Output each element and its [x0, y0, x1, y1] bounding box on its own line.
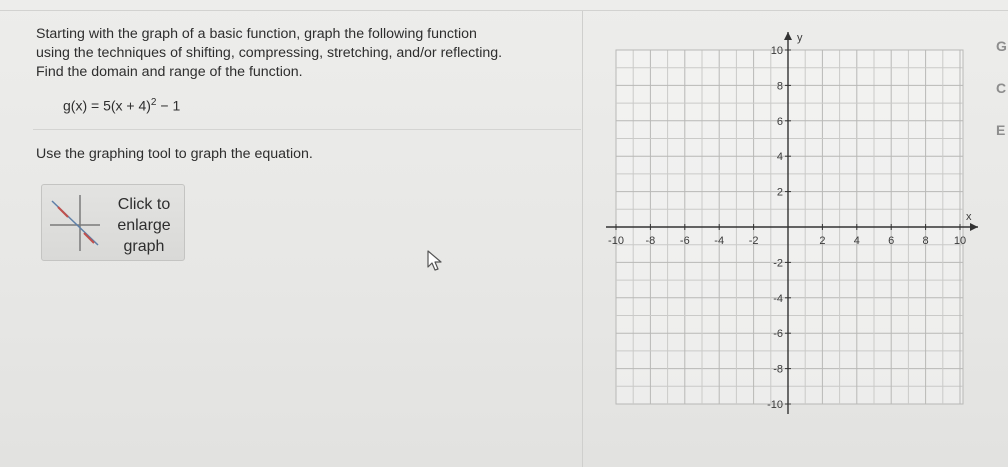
function-equation: g(x) = 5(x + 4)2 − 1: [63, 97, 180, 114]
refresh-icon[interactable]: G: [996, 38, 1007, 54]
y-tick-label: -6: [773, 328, 783, 340]
question-line-3: Find the domain and range of the functio…: [36, 64, 303, 80]
mouse-pointer-icon: [427, 250, 442, 271]
x-tick-label: -8: [646, 235, 656, 247]
screen: Starting with the graph of a basic funct…: [0, 0, 1008, 467]
x-tick-label: 8: [923, 235, 929, 247]
question-pane: Starting with the graph of a basic funct…: [0, 11, 583, 467]
enlarge-graph-label: Click to enlarge graph: [102, 194, 186, 257]
question-text: Starting with the graph of a basic funct…: [36, 25, 581, 82]
x-axis-label: x: [966, 211, 972, 223]
equation-rhs: − 1: [156, 97, 181, 114]
y-tick-label: 6: [777, 116, 783, 128]
enlarge-label-line-3: graph: [123, 238, 165, 255]
x-tick-label: -6: [680, 235, 690, 247]
x-tick-label: -4: [714, 235, 724, 247]
x-tick-label: 2: [819, 235, 825, 247]
y-tick-label: -8: [773, 364, 783, 376]
question-line-2: using the techniques of shifting, compre…: [36, 45, 503, 61]
y-tick-label: 8: [777, 80, 783, 92]
equation-lhs: g(x) = 5(x + 4): [63, 97, 151, 114]
y-tick-label: -4: [773, 293, 783, 305]
section-divider: [33, 129, 581, 130]
undo-icon[interactable]: C: [996, 80, 1006, 96]
question-line-1: Starting with the graph of a basic funct…: [36, 26, 477, 42]
instruction-text: Use the graphing tool to graph the equat…: [36, 146, 313, 162]
x-tick-label: -10: [608, 235, 624, 247]
enlarge-label-line-2: enlarge: [117, 217, 171, 234]
enlarge-graph-button[interactable]: Click to enlarge graph: [41, 184, 185, 261]
enlarge-label-line-1: Click to: [117, 196, 171, 213]
graph-thumbnail-icon: [50, 195, 100, 251]
coordinate-grid[interactable]: -10 -8 -6 -4 -2 2 4 6 8 10 10 8 6 4 2 -2 -4 -6 -8 -10 x y: [598, 28, 988, 418]
y-tick-label: 2: [777, 187, 783, 199]
x-tick-label: 6: [888, 235, 894, 247]
y-tick-label: -2: [773, 257, 783, 269]
y-tick-label: 10: [771, 45, 783, 57]
y-tick-label: -10: [767, 399, 783, 411]
y-axis-arrow-icon: [784, 32, 792, 40]
x-tick-label: 10: [954, 235, 966, 247]
y-axis-label: y: [797, 32, 803, 44]
x-axis-arrow-icon: [970, 223, 978, 231]
x-tick-label: 4: [854, 235, 860, 247]
x-tick-label: -2: [749, 235, 759, 247]
y-tick-label: 4: [777, 151, 783, 163]
expand-icon[interactable]: E: [996, 122, 1005, 138]
